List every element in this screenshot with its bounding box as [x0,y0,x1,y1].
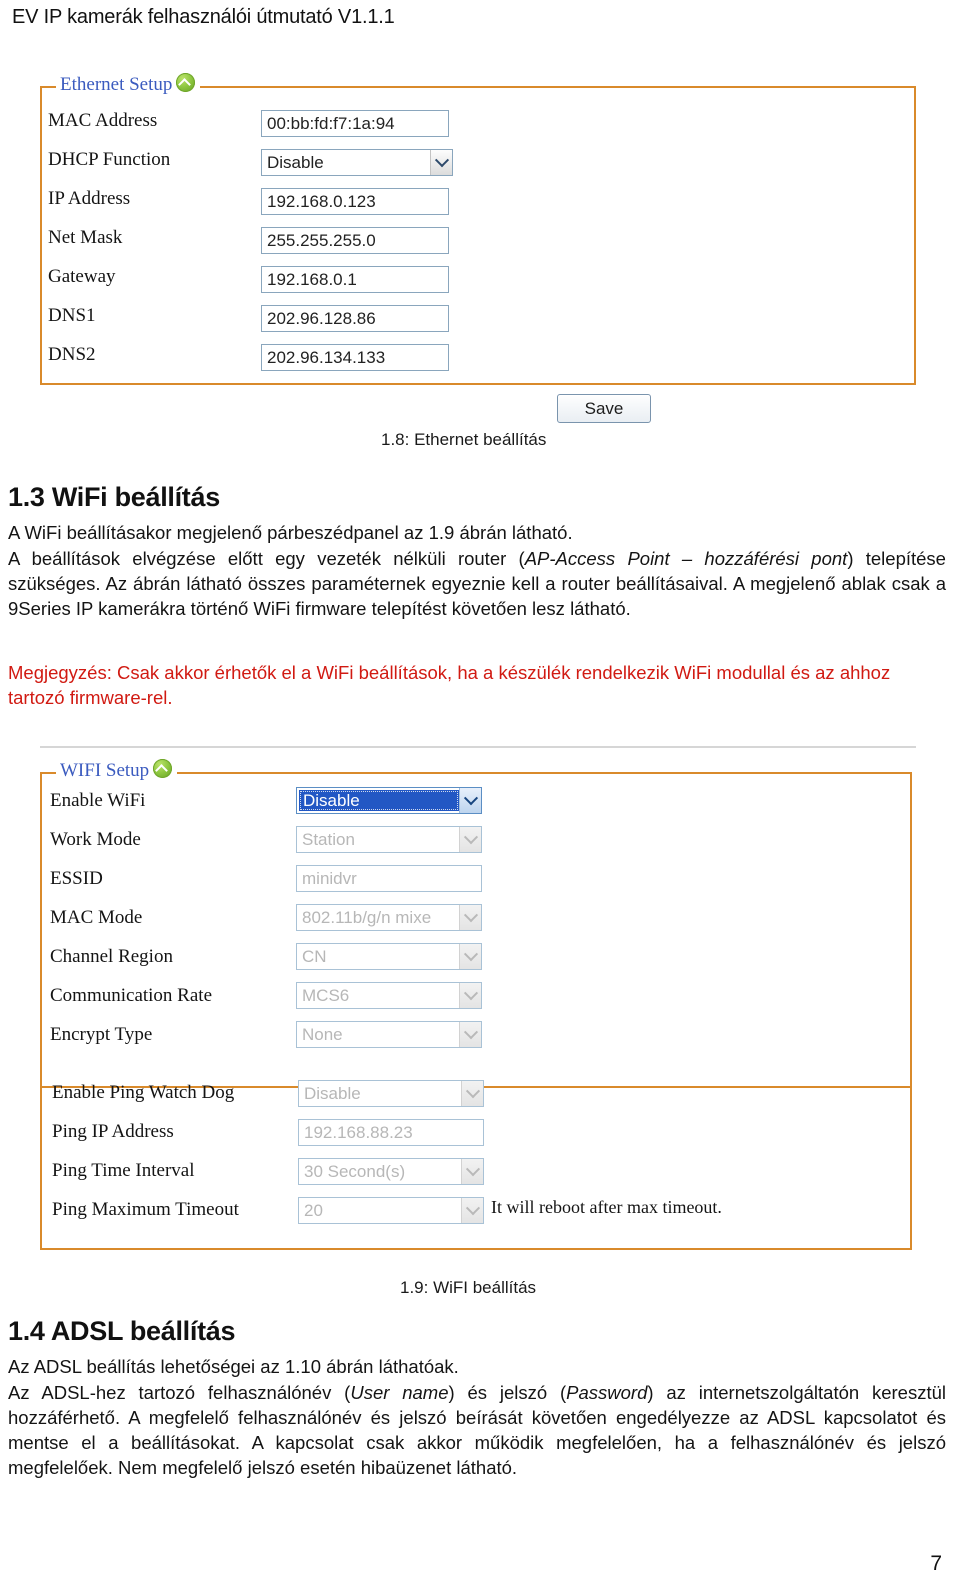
chevron-up-circle-icon[interactable] [153,758,173,778]
document-page: EV IP kamerák felhasználói útmutató V1.1… [0,0,960,1584]
field-label-dns2: DNS2 [48,344,96,365]
net-mask-input[interactable]: 255.255.255.0 [261,227,449,254]
para-part-a: A beállítások elvégzése előtt egy vezeté… [8,548,525,569]
mac-mode-select[interactable]: 802.11b/g/n mixe [296,904,482,931]
chevron-down-icon[interactable] [459,944,481,969]
document-running-header: EV IP kamerák felhasználói útmutató V1.1… [12,6,395,28]
field-label-mac-address: MAC Address [48,110,158,131]
dhcp-function-value: Disable [267,152,324,172]
mac-address-input[interactable]: 00:bb:fd:f7:1a:94 [261,110,449,137]
paragraph-adsl-details: Az ADSL-hez tartozó felhasználónév (User… [8,1380,946,1480]
ethernet-setup-panel: Ethernet Setup [40,72,916,385]
mac-mode-value: 802.11b/g/n mixe [302,907,432,927]
encrypt-type-select[interactable]: None [296,1021,482,1048]
gateway-input[interactable]: 192.168.0.1 [261,266,449,293]
dhcp-function-select[interactable]: Disable [261,149,453,176]
channel-region-value: CN [302,946,327,966]
work-mode-value: Station [302,829,355,849]
chevron-down-icon[interactable] [459,983,481,1008]
ip-address-input[interactable]: 192.168.0.123 [261,188,449,215]
encrypt-type-value: None [302,1024,343,1044]
chevron-down-icon[interactable] [459,1022,481,1047]
ping-time-interval-value: 30 Second(s) [304,1161,406,1181]
field-label-mac-mode: MAC Mode [50,907,143,928]
ping-timeout-hint: It will reboot after max timeout. [491,1197,722,1217]
wifi-setup-legend: WIFI Setup [56,758,178,782]
section-heading-wifi: 1.3 WiFi beállítás [8,482,220,512]
field-label-essid: ESSID [50,868,103,889]
dns1-input[interactable]: 202.96.128.86 [261,305,449,332]
para-emphasis-username: User name [350,1382,449,1403]
field-label-ping-ip-address: Ping IP Address [52,1121,174,1142]
ping-time-interval-select[interactable]: 30 Second(s) [298,1158,484,1185]
field-label-net-mask: Net Mask [48,227,123,248]
page-number: 7 [930,1552,942,1575]
enable-ping-watch-dog-select[interactable]: Disable [298,1080,484,1107]
field-label-enable-wifi: Enable WiFi [50,790,146,811]
enable-ping-watch-dog-value: Disable [304,1083,361,1103]
field-label-work-mode: Work Mode [50,829,141,850]
field-label-communication-rate: Communication Rate [50,985,213,1006]
field-label-gateway: Gateway [48,266,116,287]
paragraph-wifi-requirements: A beállítások elvégzése előtt egy vezeté… [8,546,946,621]
ping-maximum-timeout-select[interactable]: 20 [298,1197,484,1224]
chevron-down-icon[interactable] [430,150,452,175]
ping-maximum-timeout-value: 20 [304,1200,323,1220]
chevron-down-icon[interactable] [461,1081,483,1106]
panel-title-text: WIFI Setup [60,760,150,781]
ethernet-setup-legend: Ethernet Setup [56,72,201,96]
ping-ip-address-input[interactable]: 192.168.88.23 [298,1119,484,1146]
panel-title-text: Ethernet Setup [60,74,173,95]
field-label-dhcp-function: DHCP Function [48,149,171,170]
para-part-a: Az ADSL-hez tartozó felhasználónév ( [8,1382,351,1403]
para-emphasis-ap: AP-Access Point – hozzáférési pont [524,548,848,569]
figure-caption-1-9: 1.9: WiFI beállítás [400,1278,537,1297]
chevron-down-icon[interactable] [459,905,481,930]
field-label-dns1: DNS1 [48,305,96,326]
field-label-channel-region: Channel Region [50,946,173,967]
chevron-down-icon[interactable] [461,1198,483,1223]
section-heading-adsl: 1.4 ADSL beállítás [8,1316,236,1346]
essid-input[interactable]: minidvr [296,865,482,892]
communication-rate-value: MCS6 [302,985,350,1005]
field-label-encrypt-type: Encrypt Type [50,1024,153,1045]
enable-wifi-value: Disable [299,790,459,811]
figure-caption-1-8: 1.8: Ethernet beállítás [381,430,547,449]
field-label-ip-address: IP Address [48,188,131,209]
field-label-ping-maximum-timeout: Ping Maximum Timeout [52,1199,239,1220]
field-label-enable-ping-watch-dog: Enable Ping Watch Dog [52,1082,235,1103]
communication-rate-select[interactable]: MCS6 [296,982,482,1009]
save-button[interactable]: Save [557,394,651,423]
chevron-down-icon[interactable] [459,827,481,852]
chevron-down-icon[interactable] [459,788,481,813]
panel-top-rule [40,746,916,748]
enable-wifi-select[interactable]: Disable [296,787,482,814]
chevron-up-circle-icon[interactable] [176,72,196,92]
paragraph-wifi-intro: A WiFi beállításakor megjelenő párbeszéd… [8,522,573,543]
para-part-b: ) és jelszó ( [448,1382,567,1403]
paragraph-adsl-intro: Az ADSL beállítás lehetőségei az 1.10 áb… [8,1356,459,1377]
paragraph-wifi-note: Megjegyzés: Csak akkor érhetők el a WiFi… [8,662,891,708]
chevron-down-icon[interactable] [461,1159,483,1184]
channel-region-select[interactable]: CN [296,943,482,970]
para-emphasis-password: Password [566,1382,648,1403]
field-label-ping-time-interval: Ping Time Interval [52,1160,195,1181]
work-mode-select[interactable]: Station [296,826,482,853]
dns2-input[interactable]: 202.96.134.133 [261,344,449,371]
